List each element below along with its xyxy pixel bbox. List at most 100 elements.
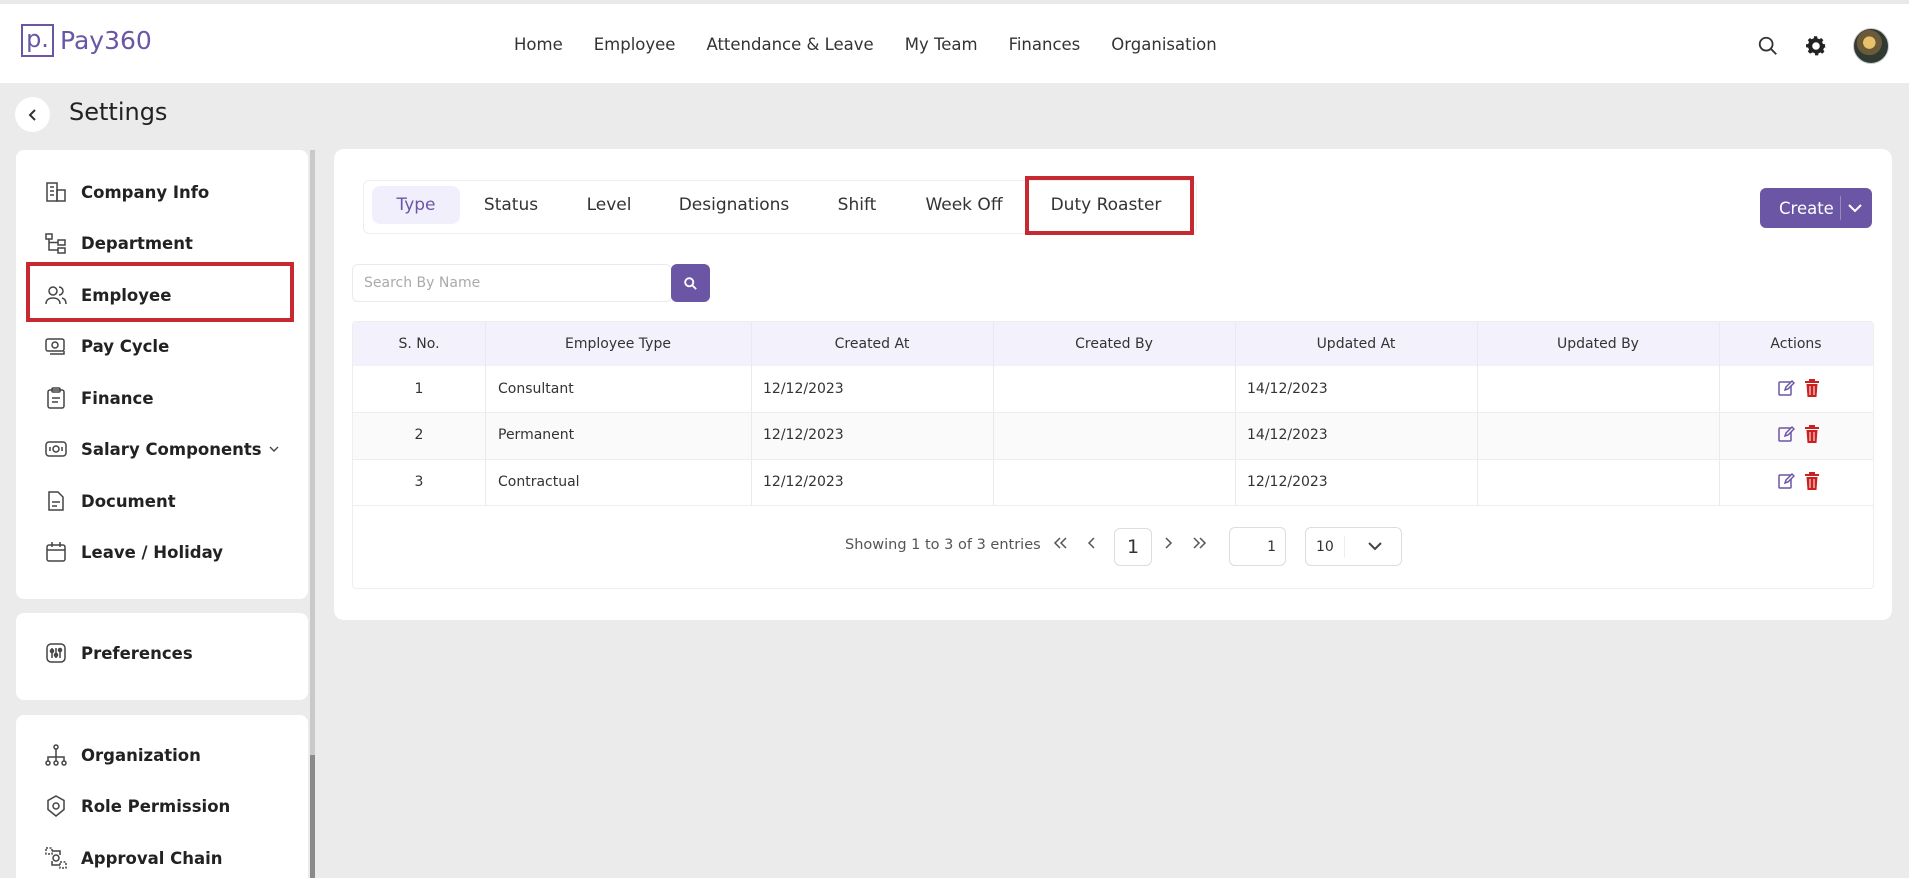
sidebar-item-salary-components[interactable]: Salary Components xyxy=(44,437,279,461)
last-page-button[interactable] xyxy=(1190,534,1208,557)
pay-cycle-icon xyxy=(45,338,65,355)
chevrons-left-icon xyxy=(1053,537,1067,549)
delete-icon[interactable] xyxy=(1804,379,1820,397)
nav-home[interactable]: Home xyxy=(514,35,563,54)
nav-employee[interactable]: Employee xyxy=(594,35,676,54)
sidebar-item-label: Approval Chain xyxy=(81,848,223,868)
sidebar-item-department[interactable]: Department xyxy=(44,231,193,255)
cell-sno: 2 xyxy=(414,427,424,443)
tab-status[interactable]: Status xyxy=(470,186,552,224)
search-input[interactable] xyxy=(352,264,672,302)
row-divider xyxy=(353,505,1873,506)
money-icon xyxy=(45,441,67,457)
top-navbar: p. Pay360 Home Employee Attendance & Lea… xyxy=(0,0,1909,83)
shield-icon xyxy=(47,795,65,817)
app-logo[interactable]: p. Pay360 xyxy=(21,24,152,57)
sidebar-item-leave-holiday[interactable]: Leave / Holiday xyxy=(44,540,223,564)
edit-icon[interactable] xyxy=(1777,472,1795,490)
chevrons-right-icon xyxy=(1193,537,1207,549)
column-divider xyxy=(1719,322,1720,505)
sidebar-item-label: Salary Components xyxy=(81,439,262,459)
column-divider xyxy=(1235,322,1236,505)
nav-organisation[interactable]: Organisation xyxy=(1111,35,1216,54)
column-divider xyxy=(751,322,752,505)
current-page[interactable]: 1 xyxy=(1114,528,1152,566)
building-icon xyxy=(46,182,66,202)
tab-week-off[interactable]: Week Off xyxy=(910,186,1018,224)
goto-page-input[interactable]: 1 xyxy=(1229,527,1286,566)
create-button-label: Create xyxy=(1779,198,1834,218)
delete-icon[interactable] xyxy=(1804,425,1820,443)
chevron-down-icon xyxy=(269,446,279,452)
sidebar-item-pay-cycle[interactable]: Pay Cycle xyxy=(44,334,169,358)
sidebar-item-label: Preferences xyxy=(81,643,193,663)
table-row-stripe xyxy=(353,413,1873,459)
sidebar-item-preferences[interactable]: Preferences xyxy=(44,641,193,665)
user-avatar[interactable] xyxy=(1853,28,1889,64)
col-header-employee-type: Employee Type xyxy=(565,336,671,352)
row-actions xyxy=(1777,472,1820,490)
prev-page-button[interactable] xyxy=(1085,534,1099,557)
highlight-duty-roaster xyxy=(1025,176,1194,235)
cell-employee-type: Permanent xyxy=(498,427,575,443)
col-header-actions: Actions xyxy=(1770,336,1822,352)
row-actions xyxy=(1777,379,1820,397)
scrollbar-thumb[interactable] xyxy=(310,755,315,878)
nav-attendance-leave[interactable]: Attendance & Leave xyxy=(706,35,873,54)
gear-icon[interactable] xyxy=(1803,33,1829,59)
row-actions xyxy=(1777,425,1820,443)
col-header-created-at: Created At xyxy=(834,336,910,352)
chevron-down-icon[interactable] xyxy=(1846,201,1864,215)
create-button-divider xyxy=(1840,196,1841,220)
chevron-down-icon xyxy=(1368,542,1382,551)
edit-icon[interactable] xyxy=(1777,379,1795,397)
sidebar-item-label: Role Permission xyxy=(81,796,231,816)
nav-my-team[interactable]: My Team xyxy=(905,35,978,54)
column-divider xyxy=(1477,322,1478,505)
sidebar-item-document[interactable]: Document xyxy=(44,489,176,513)
back-button[interactable] xyxy=(15,97,50,132)
page-title: Settings xyxy=(69,98,168,126)
sidebar-item-label: Pay Cycle xyxy=(81,336,170,356)
sidebar-item-finance[interactable]: Finance xyxy=(44,386,154,410)
calendar-icon xyxy=(46,542,66,562)
main-nav: Home Employee Attendance & Leave My Team… xyxy=(514,35,1217,54)
sidebar-item-organization[interactable]: Organization xyxy=(44,743,201,767)
row-divider xyxy=(353,459,1873,460)
cell-sno: 3 xyxy=(414,474,424,490)
search-icon[interactable] xyxy=(1757,35,1779,57)
sidebar-item-company-info[interactable]: Company Info xyxy=(44,180,209,204)
column-divider xyxy=(993,322,994,505)
highlight-employee xyxy=(26,262,294,322)
cell-created-at: 12/12/2023 xyxy=(763,381,844,397)
col-header-updated-by: Updated By xyxy=(1557,336,1639,352)
delete-icon[interactable] xyxy=(1804,472,1820,490)
search-icon xyxy=(684,276,697,290)
create-button[interactable]: Create xyxy=(1760,188,1872,228)
page-size-select[interactable]: 10 xyxy=(1305,527,1402,566)
sidebar-item-label: Organization xyxy=(81,745,201,765)
sidebar-item-label: Company Info xyxy=(81,182,210,202)
sidebar-item-role-permission[interactable]: Role Permission xyxy=(44,794,230,818)
search-button[interactable] xyxy=(671,264,710,302)
tab-type[interactable]: Type xyxy=(372,186,460,224)
col-header-sno: S. No. xyxy=(398,336,440,352)
cell-employee-type: Contractual xyxy=(498,474,580,490)
tab-shift[interactable]: Shift xyxy=(816,186,898,224)
tab-designations[interactable]: Designations xyxy=(665,186,803,224)
cell-updated-at: 12/12/2023 xyxy=(1247,474,1328,490)
nav-finances[interactable]: Finances xyxy=(1009,35,1081,54)
sidebar-item-label: Document xyxy=(81,491,176,511)
edit-icon[interactable] xyxy=(1777,425,1795,443)
chevron-right-icon xyxy=(1165,537,1173,549)
pagination-info: Showing 1 to 3 of 3 entries xyxy=(845,537,1041,553)
sidebar-scrollbar[interactable] xyxy=(310,150,315,878)
row-divider xyxy=(353,412,1873,413)
org-chart-icon xyxy=(45,744,67,766)
select-divider xyxy=(1344,536,1345,558)
sidebar-item-approval-chain[interactable]: Approval Chain xyxy=(44,846,223,870)
sidebar-item-label: Department xyxy=(81,233,193,253)
first-page-button[interactable] xyxy=(1052,534,1070,557)
next-page-button[interactable] xyxy=(1161,534,1175,557)
tab-level[interactable]: Level xyxy=(568,186,650,224)
